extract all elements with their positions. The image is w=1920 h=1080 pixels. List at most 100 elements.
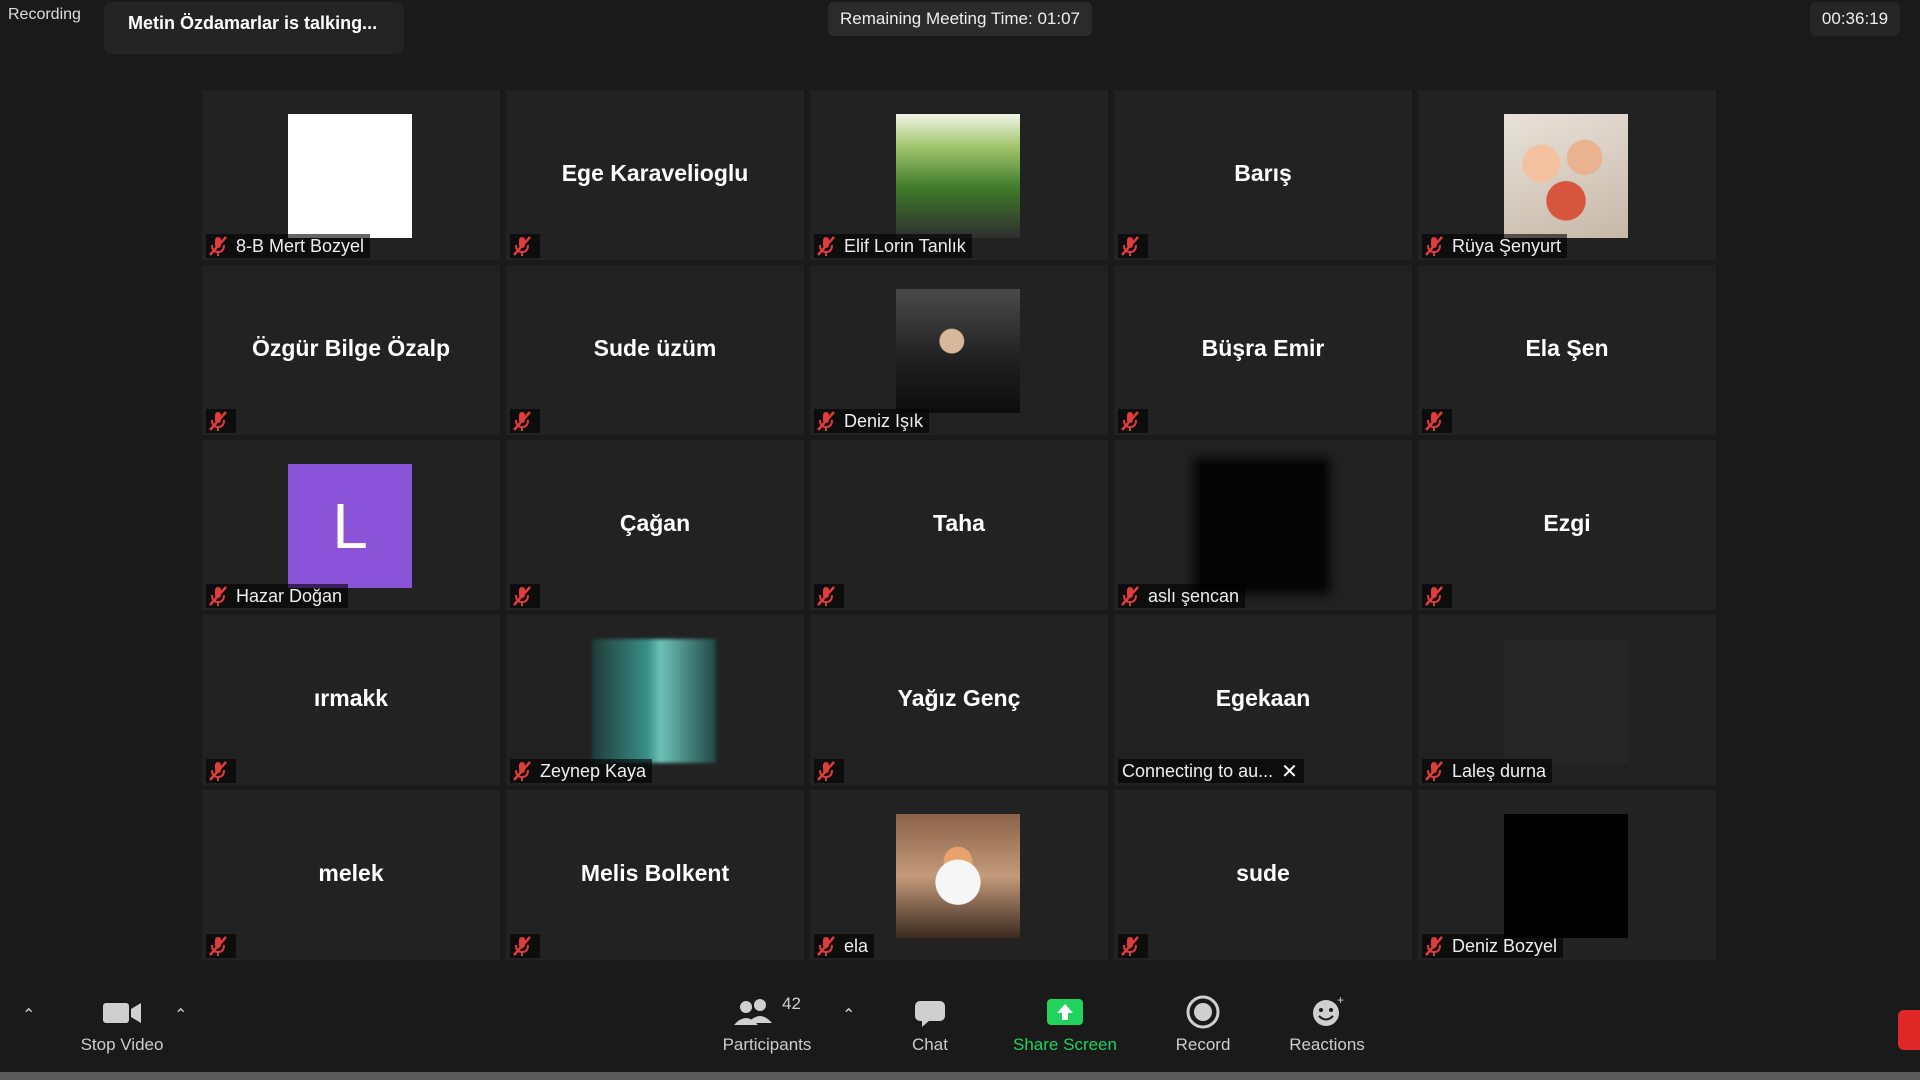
participant-label: [510, 409, 540, 433]
participant-label-name: Hazar Doğan: [236, 585, 343, 606]
participant-tile[interactable]: melek: [202, 790, 500, 960]
muted-mic-icon: [1121, 236, 1139, 256]
participants-label: Participants: [722, 1035, 812, 1054]
participant-label: [510, 234, 540, 258]
participant-tile[interactable]: Egekaan Connecting to au... ✕: [1114, 615, 1412, 785]
participants-count: 42: [782, 995, 801, 1013]
participant-tile[interactable]: Zeynep Kaya: [506, 615, 804, 785]
participant-tile[interactable]: 8-B Mert Bozyel: [202, 90, 500, 260]
muted-mic-icon: [817, 761, 835, 781]
participant-video-thumbnail: [1504, 114, 1628, 238]
participant-name: Ela Şen: [1525, 335, 1609, 361]
participant-label: [814, 584, 844, 608]
participant-tile[interactable]: ela: [810, 790, 1108, 960]
participant-tile[interactable]: Ela Şen: [1418, 265, 1716, 435]
participant-label: [206, 934, 236, 958]
reactions-icon: +: [1313, 995, 1344, 1026]
participant-tile[interactable]: sude: [1114, 790, 1412, 960]
participants-options-caret[interactable]: ⌃: [842, 1005, 855, 1025]
participants-icon: 42: [734, 995, 801, 1025]
muted-mic-icon: [513, 761, 531, 781]
participant-label: [1422, 409, 1452, 433]
record-label: Record: [1175, 1035, 1231, 1054]
participant-gallery: 8-B Mert Bozyel Ege Karavelioglu Elif Lori…: [202, 90, 1716, 962]
participant-label-name: Deniz Işık: [844, 410, 924, 431]
participant-name: Yağız Genç: [897, 685, 1021, 711]
participant-label: [510, 584, 540, 608]
participant-name: Barış: [1234, 160, 1292, 186]
reactions-button[interactable]: + Reactions: [1282, 995, 1372, 1055]
muted-mic-icon: [1425, 236, 1443, 256]
participant-label: [1118, 409, 1148, 433]
video-camera-icon: [103, 1003, 141, 1023]
muted-mic-icon: [209, 586, 227, 606]
participant-tile[interactable]: Sude üzüm: [506, 265, 804, 435]
participant-label-name: 8-B Mert Bozyel: [236, 235, 365, 256]
participant-name: Çağan: [619, 510, 691, 536]
participant-label: Connecting to au... ✕: [1118, 759, 1304, 783]
taskbar-strip: [0, 1072, 1920, 1080]
record-button[interactable]: Record: [1166, 995, 1240, 1055]
participant-video-thumbnail: [896, 814, 1020, 938]
participant-tile[interactable]: Ege Karavelioglu: [506, 90, 804, 260]
participant-tile[interactable]: Melis Bolkent: [506, 790, 804, 960]
participant-name: ırmakk: [313, 685, 389, 711]
stop-video-button[interactable]: Stop Video: [72, 995, 172, 1055]
participant-tile[interactable]: Deniz Bozyel: [1418, 790, 1716, 960]
participant-tile[interactable]: Taha: [810, 440, 1108, 610]
active-speaker-banner: Metin Özdamarlar is talking...: [104, 2, 404, 54]
avatar-letter: L: [332, 490, 368, 562]
participant-video-thumbnail: [896, 289, 1020, 413]
participant-tile[interactable]: aslı şencan: [1114, 440, 1412, 610]
participant-tile[interactable]: L Hazar Doğan: [202, 440, 500, 610]
end-meeting-button[interactable]: [1898, 1010, 1920, 1050]
chat-icon: [915, 1001, 945, 1027]
participant-label: [1118, 234, 1148, 258]
participant-tile[interactable]: Laleş durna: [1418, 615, 1716, 785]
participant-label: Rüya Şenyurt: [1422, 234, 1568, 258]
participant-label: [814, 759, 844, 783]
participant-tile[interactable]: ırmakk: [202, 615, 500, 785]
close-icon[interactable]: ✕: [1281, 759, 1298, 784]
muted-mic-icon: [1425, 586, 1443, 606]
participant-label: Deniz Işık: [814, 409, 930, 433]
participant-label-name: Elif Lorin Tanlık: [844, 235, 966, 256]
participant-tile[interactable]: Özgür Bilge Özalp: [202, 265, 500, 435]
participant-label-name: aslı şencan: [1148, 585, 1240, 606]
participant-video-thumbnail: L: [288, 464, 412, 588]
participant-name: Ezgi: [1543, 510, 1591, 536]
record-icon: [1186, 995, 1220, 1029]
participant-tile[interactable]: Deniz Işık: [810, 265, 1108, 435]
video-options-caret[interactable]: ⌃: [174, 1005, 187, 1025]
chat-label: Chat: [912, 1035, 948, 1054]
muted-mic-icon: [209, 761, 227, 781]
participant-tile[interactable]: Elif Lorin Tanlık: [810, 90, 1108, 260]
top-bar: Recording Metin Özdamarlar is talking...…: [0, 0, 1920, 60]
participant-tile[interactable]: Çağan: [506, 440, 804, 610]
participant-label: [1118, 934, 1148, 958]
participant-video-thumbnail: [1504, 814, 1628, 938]
connecting-status: Connecting to au...: [1122, 760, 1274, 781]
participant-label: Laleş durna: [1422, 759, 1553, 783]
share-screen-button[interactable]: Share Screen: [1008, 995, 1122, 1055]
participant-name: Egekaan: [1215, 685, 1311, 711]
remaining-time: Remaining Meeting Time: 01:07: [828, 2, 1092, 36]
muted-mic-icon: [513, 936, 531, 956]
participants-button[interactable]: 42 Participants: [712, 995, 822, 1055]
participant-tile[interactable]: Yağız Genç: [810, 615, 1108, 785]
meeting-toolbar: ⌃ Stop Video ⌃ 42 Participants ⌃ Chat Sh…: [0, 975, 1920, 1080]
participant-tile[interactable]: Ezgi: [1418, 440, 1716, 610]
participant-label-name: Laleş durna: [1452, 760, 1547, 781]
chat-button[interactable]: Chat: [900, 995, 960, 1055]
muted-mic-icon: [1425, 411, 1443, 431]
participant-video-thumbnail: [592, 639, 716, 763]
active-speaker-text: Metin Özdamarlar is talking...: [128, 13, 378, 33]
muted-mic-icon: [817, 411, 835, 431]
audio-options-caret[interactable]: ⌃: [22, 1005, 35, 1025]
participant-tile[interactable]: Rüya Şenyurt: [1418, 90, 1716, 260]
participant-label: 8-B Mert Bozyel: [206, 234, 371, 258]
participant-label-name: ela: [844, 935, 869, 956]
participant-tile[interactable]: Büşra Emir: [1114, 265, 1412, 435]
participant-tile[interactable]: Barış: [1114, 90, 1412, 260]
participant-name: Sude üzüm: [593, 335, 717, 361]
